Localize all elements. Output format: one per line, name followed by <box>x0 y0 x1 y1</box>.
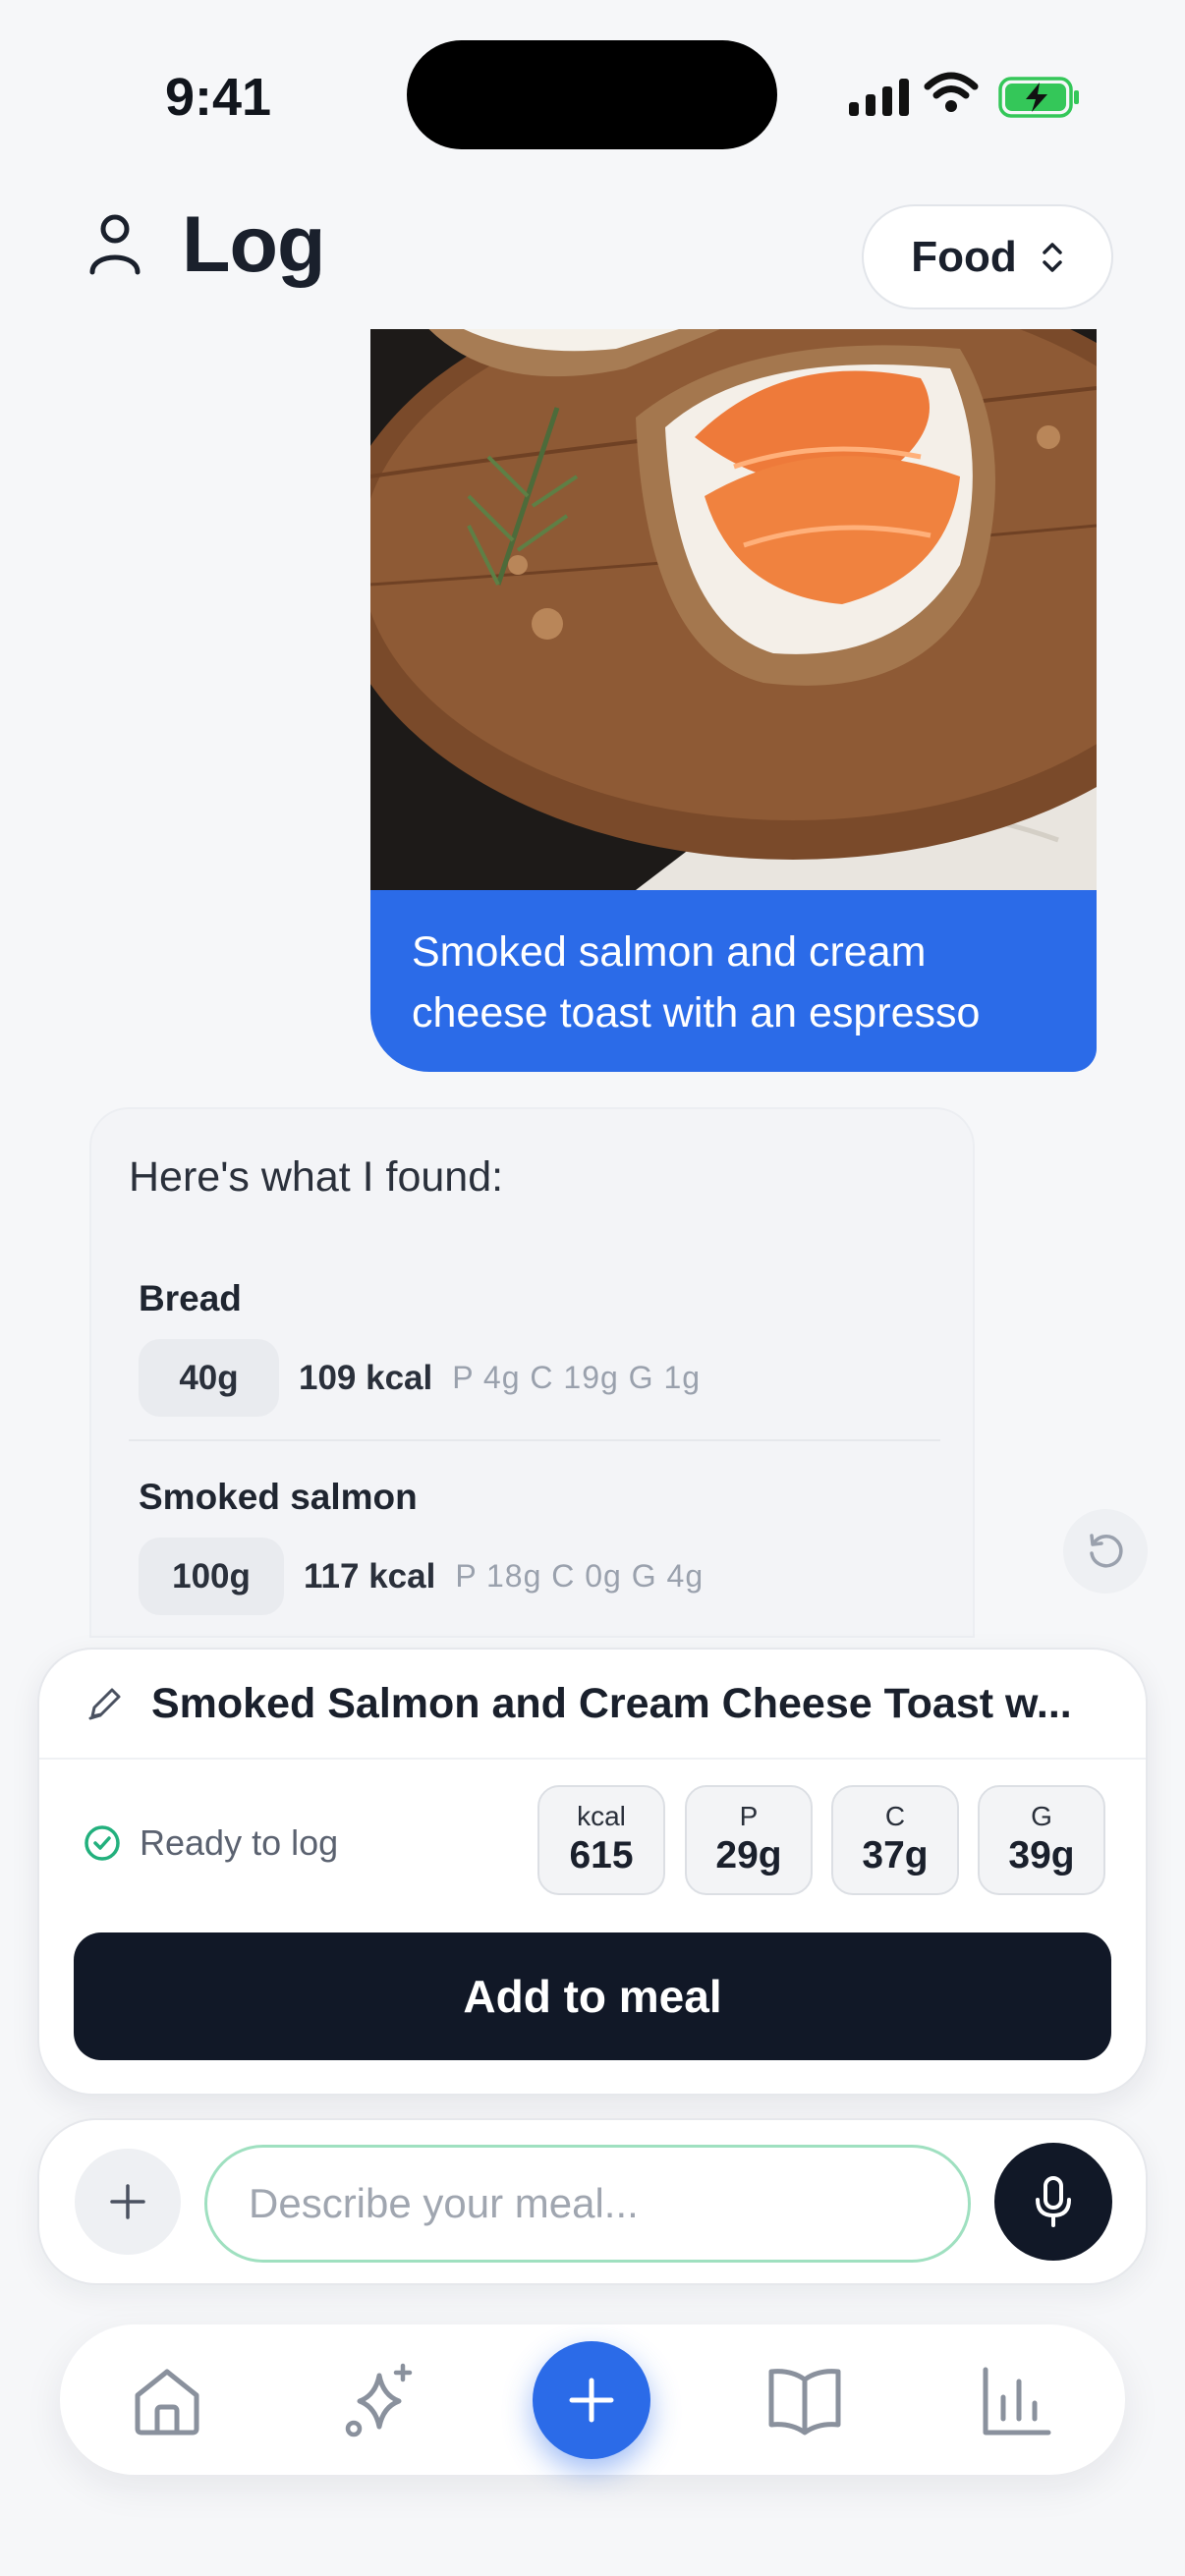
tab-ai[interactable] <box>338 2360 421 2442</box>
status-time: 9:41 <box>165 68 272 127</box>
stat-label: G <box>1031 1801 1052 1831</box>
plus-icon <box>110 2184 145 2219</box>
meal-photo <box>370 329 1097 890</box>
home-icon <box>135 2369 199 2436</box>
food-item-amount[interactable]: 40g <box>139 1339 279 1417</box>
food-item[interactable]: Smoked salmon 100g 117 kcal P 18g C 0g G… <box>139 1477 704 1615</box>
food-item-name: Smoked salmon <box>139 1477 418 1517</box>
bottom-tab-bar <box>60 2324 1125 2475</box>
book-icon <box>768 2369 841 2436</box>
food-item-kcal: 109 kcal <box>299 1358 433 1397</box>
assistant-intro: Here's what I found: <box>129 1153 504 1201</box>
stat-label: C <box>884 1801 906 1831</box>
composer-bar <box>37 2118 1148 2285</box>
battery-charging-icon <box>998 77 1079 118</box>
attach-button[interactable] <box>75 2149 181 2255</box>
page-title: Log <box>182 200 325 289</box>
food-item-amount[interactable]: 100g <box>139 1538 284 1615</box>
stat-kcal: kcal 615 <box>537 1785 665 1895</box>
stat-label: P <box>739 1801 759 1831</box>
add-entry-fab[interactable] <box>533 2341 650 2459</box>
stat-fat: G 39g <box>978 1785 1105 1895</box>
user-message-bubble: Smoked salmon and cream cheese toast wit… <box>370 890 1097 1072</box>
microphone-icon <box>1036 2176 1071 2227</box>
food-item-kcal: 117 kcal <box>304 1556 436 1596</box>
food-item-macros: P 4g C 19g G 1g <box>452 1360 702 1395</box>
plus-icon <box>569 2378 614 2423</box>
item-divider <box>129 1439 940 1441</box>
pencil-icon[interactable] <box>85 1683 126 1724</box>
cellular-signal-icon <box>849 79 909 116</box>
assistant-response-card: Here's what I found: Bread 40g 109 kcal … <box>89 1107 975 1638</box>
ready-status: Ready to log <box>83 1822 338 1864</box>
stat-carbs: C 37g <box>831 1785 959 1895</box>
refresh-icon <box>1090 1534 1123 1568</box>
stat-value: 615 <box>569 1834 634 1876</box>
meal-summary-sheet: Smoked Salmon and Cream Cheese Toast w..… <box>37 1648 1148 2096</box>
meal-description-input[interactable] <box>204 2145 971 2263</box>
sparkle-icon <box>345 2363 413 2437</box>
food-item[interactable]: Bread 40g 109 kcal P 4g C 19g G 1g <box>139 1278 701 1417</box>
check-circle-icon <box>85 1825 120 1861</box>
chevron-up-down-icon <box>1043 242 1062 272</box>
tab-journal[interactable] <box>763 2360 846 2442</box>
food-item-macros: P 18g C 0g G 4g <box>455 1558 705 1594</box>
ready-status-label: Ready to log <box>140 1822 339 1863</box>
log-type-selector[interactable]: Food <box>862 204 1113 309</box>
stat-protein: P 29g <box>685 1785 813 1895</box>
add-to-meal-button[interactable]: Add to meal <box>74 1932 1111 2060</box>
chart-icon <box>983 2367 1051 2436</box>
dynamic-island <box>407 40 777 149</box>
wifi-icon <box>924 72 979 112</box>
log-type-label: Food <box>911 232 1017 281</box>
meal-title-row[interactable]: Smoked Salmon and Cream Cheese Toast w..… <box>39 1650 1146 1760</box>
profile-icon[interactable] <box>85 211 145 276</box>
stat-value: 39g <box>1008 1834 1075 1876</box>
meal-photo-illustration <box>370 329 1097 890</box>
stat-value: 37g <box>862 1834 929 1876</box>
tab-stats[interactable] <box>976 2360 1058 2442</box>
stat-value: 29g <box>715 1834 782 1876</box>
meal-title[interactable]: Smoked Salmon and Cream Cheese Toast w..… <box>151 1680 1072 1728</box>
voice-input-button[interactable] <box>994 2143 1112 2261</box>
regenerate-button[interactable] <box>1063 1509 1148 1594</box>
stat-label: kcal <box>577 1801 626 1831</box>
food-item-name: Bread <box>139 1278 242 1318</box>
tab-home[interactable] <box>126 2360 208 2442</box>
